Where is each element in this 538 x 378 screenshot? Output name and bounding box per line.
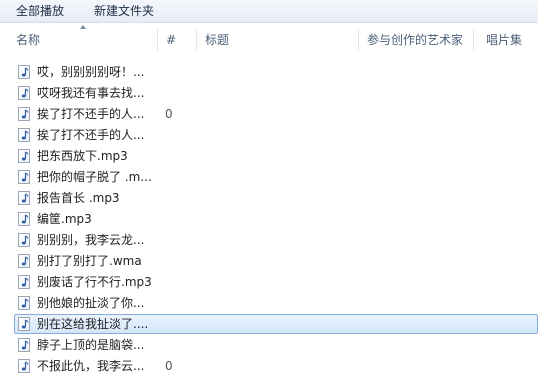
- audio-file-icon: [18, 149, 30, 163]
- file-name: 别废话了行不行.mp3: [37, 275, 152, 289]
- file-name: 不报此仇，我李云...: [37, 359, 145, 373]
- column-divider[interactable]: [157, 29, 158, 51]
- file-row[interactable]: 编筐.mp3: [14, 209, 538, 229]
- audio-file-icon: [18, 86, 30, 100]
- file-name: 别打了别打了.wma: [37, 254, 142, 268]
- media-library-window: 全部播放 新建文件夹 名称 # 标题 参与创作的艺术家 唱片集 哎，别别别别呀！…: [0, 0, 538, 378]
- file-row[interactable]: 别他娘的扯淡了你...: [14, 293, 538, 313]
- column-header-album[interactable]: 唱片集: [486, 32, 522, 48]
- sort-ascending-icon: [80, 25, 86, 29]
- file-row[interactable]: 不报此仇，我李云... 0: [14, 356, 538, 376]
- file-row[interactable]: 挨了打不还手的人... 0: [14, 104, 538, 124]
- column-divider[interactable]: [473, 29, 474, 51]
- audio-file-icon: [18, 338, 30, 352]
- file-row[interactable]: 报告首长 .mp3: [14, 188, 538, 208]
- file-name: 报告首长 .mp3: [37, 191, 120, 205]
- file-name: 别在这给我扯淡了....: [37, 317, 149, 331]
- column-header-number[interactable]: #: [166, 32, 176, 48]
- file-name: 编筐.mp3: [37, 212, 92, 226]
- file-name: 把你的帽子脱了 .m...: [37, 170, 152, 184]
- file-name: 脖子上顶的是脑袋...: [37, 338, 145, 352]
- audio-file-icon: [18, 317, 30, 331]
- track-number: 0: [165, 107, 173, 121]
- file-row[interactable]: 别废话了行不行.mp3: [14, 272, 538, 292]
- file-row[interactable]: 别打了别打了.wma: [14, 251, 538, 271]
- file-row[interactable]: 挨了打不还手的人...: [14, 125, 538, 145]
- column-header-title[interactable]: 标题: [205, 32, 229, 48]
- column-divider[interactable]: [196, 29, 197, 51]
- file-name: 别他娘的扯淡了你...: [37, 296, 145, 310]
- audio-file-icon: [18, 212, 30, 226]
- file-name: 挨了打不还手的人...: [37, 107, 145, 121]
- audio-file-icon: [18, 170, 30, 184]
- file-row[interactable]: 别在这给我扯淡了....: [14, 314, 538, 334]
- audio-file-icon: [18, 65, 30, 79]
- file-row[interactable]: 哎呀我还有事去找...: [14, 83, 538, 103]
- column-header-name[interactable]: 名称: [16, 32, 40, 48]
- file-name: 哎呀我还有事去找...: [37, 86, 145, 100]
- new-folder-button[interactable]: 新建文件夹: [90, 3, 158, 20]
- column-header-artist[interactable]: 参与创作的艺术家: [367, 32, 463, 48]
- file-list: 哎，别别别别呀！... 哎呀我还有事去找... 挨了打不还手的人... 0 挨了打不还手…: [0, 60, 538, 378]
- audio-file-icon: [18, 233, 30, 247]
- file-name: 把东西放下.mp3: [37, 149, 128, 163]
- file-name: 挨了打不还手的人...: [37, 128, 145, 142]
- play-all-button[interactable]: 全部播放: [12, 3, 68, 20]
- track-number: 0: [165, 359, 173, 373]
- audio-file-icon: [18, 296, 30, 310]
- toolbar: 全部播放 新建文件夹: [0, 0, 538, 23]
- audio-file-icon: [18, 128, 30, 142]
- audio-file-icon: [18, 275, 30, 289]
- file-row[interactable]: 把东西放下.mp3: [14, 146, 538, 166]
- file-row[interactable]: 哎，别别别别呀！...: [14, 62, 538, 82]
- audio-file-icon: [18, 254, 30, 268]
- file-row[interactable]: 脖子上顶的是脑袋...: [14, 335, 538, 355]
- column-header-row: 名称 # 标题 参与创作的艺术家 唱片集: [0, 23, 538, 55]
- audio-file-icon: [18, 191, 30, 205]
- file-name: 别别别，我李云龙...: [37, 233, 145, 247]
- file-row[interactable]: 别别别，我李云龙...: [14, 230, 538, 250]
- audio-file-icon: [18, 107, 30, 121]
- file-name: 哎，别别别别呀！...: [37, 65, 145, 79]
- file-row[interactable]: 把你的帽子脱了 .m...: [14, 167, 538, 187]
- column-divider[interactable]: [358, 29, 359, 51]
- audio-file-icon: [18, 359, 30, 373]
